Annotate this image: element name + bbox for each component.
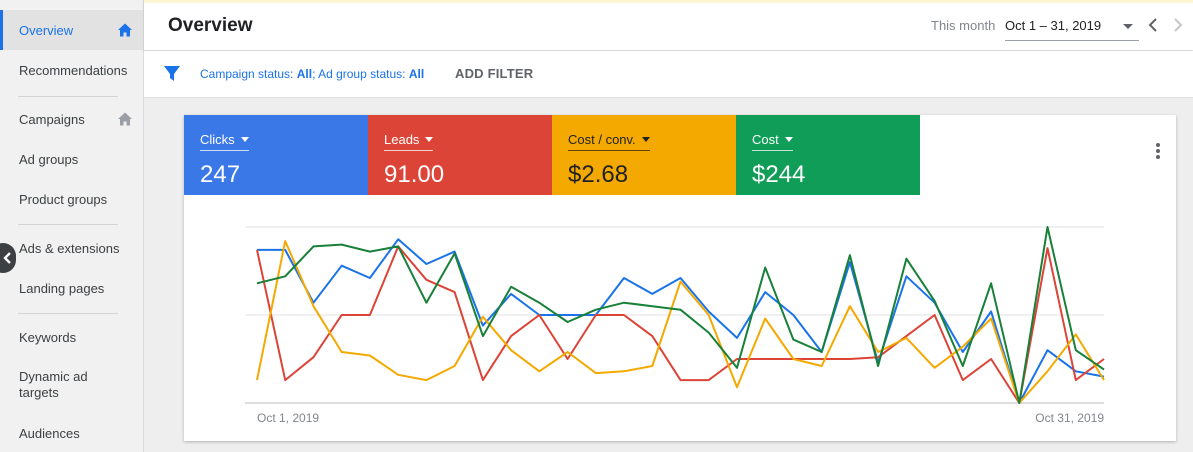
caret-down-icon xyxy=(641,137,650,142)
campaign-status-value: All xyxy=(296,67,313,81)
more-options-icon[interactable] xyxy=(1156,143,1160,159)
caret-down-icon xyxy=(240,137,249,142)
date-range-label: This month xyxy=(931,18,996,33)
chevron-right-icon[interactable] xyxy=(1171,17,1185,33)
sidebar-item-label: Landing pages xyxy=(19,280,105,296)
chevron-left-icon[interactable] xyxy=(1146,17,1160,33)
line-chart: Oct 1, 2019 Oct 31, 2019 xyxy=(245,226,1105,425)
ad-group-status-label: Ad group status: xyxy=(318,67,409,81)
sidebar-item-label: Recommendations xyxy=(19,62,128,78)
home-icon xyxy=(118,112,132,126)
metric-label: Cost xyxy=(752,132,779,147)
caret-down-icon xyxy=(425,137,434,142)
sidebar-item-ad-groups[interactable]: Ad groups xyxy=(0,139,143,179)
date-range-value: Oct 1 – 31, 2019 xyxy=(1005,18,1102,33)
sidebar-divider xyxy=(18,224,118,225)
sidebar-item-product-groups[interactable]: Product groups xyxy=(0,179,143,219)
metric-value: $2.68 xyxy=(568,161,629,188)
caret-down-icon xyxy=(1123,24,1133,29)
sidebar-item-label: Product groups xyxy=(19,191,108,207)
metric-label: Leads xyxy=(384,132,420,147)
add-filter-button[interactable]: ADD FILTER xyxy=(455,66,533,81)
date-range-select[interactable]: Oct 1 – 31, 2019 xyxy=(1005,11,1139,41)
filter-icon[interactable] xyxy=(164,66,180,82)
metric-value: 247 xyxy=(200,161,241,188)
sidebar-item-label: Keywords xyxy=(19,329,77,345)
campaign-status-label: Campaign status: xyxy=(200,67,297,81)
metric-value: 91.00 xyxy=(384,161,445,188)
sidebar-item-label: Dynamic ad targets xyxy=(19,369,88,400)
ad-group-status-value: All xyxy=(408,67,425,81)
sidebar-item-label: Audiences xyxy=(19,425,80,441)
metric-tile-cost[interactable]: Cost $244 xyxy=(736,115,920,195)
page-header: Overview This month Oct 1 – 31, 2019 xyxy=(144,0,1193,50)
sidebar-item-recommendations[interactable]: Recommendations xyxy=(0,50,143,90)
metric-selector[interactable]: Cost xyxy=(752,132,793,151)
filter-bar: Campaign status: All; Ad group status: A… xyxy=(144,51,1193,98)
metric-selector[interactable]: Cost / conv. xyxy=(568,132,650,151)
chevron-left-icon xyxy=(3,252,11,264)
metric-value: $244 xyxy=(752,161,806,188)
sidebar-item-ads-extensions[interactable]: Ads & extensions xyxy=(0,228,143,268)
sidebar-item-audiences[interactable]: Audiences xyxy=(0,413,143,452)
sidebar-item-label: Ad groups xyxy=(19,151,79,167)
metric-selector[interactable]: Clicks xyxy=(200,132,249,151)
sidebar-divider xyxy=(18,313,118,314)
metric-label: Cost / conv. xyxy=(568,132,636,147)
home-icon xyxy=(118,23,132,37)
caret-down-icon xyxy=(784,137,793,142)
overview-chart-card: Clicks 247 Leads 91.00 Cost / conv. $2.6… xyxy=(184,115,1176,441)
metric-tile-clicks[interactable]: Clicks 247 xyxy=(184,115,368,195)
sidebar-item-dynamic-ad-targets[interactable]: Dynamic ad targets xyxy=(0,362,143,408)
sidebar-item-campaigns[interactable]: Campaigns xyxy=(0,99,143,139)
metric-tile-cost-per-conversion[interactable]: Cost / conv. $2.68 xyxy=(552,115,736,195)
page-title: Overview xyxy=(168,15,253,36)
sidebar-divider xyxy=(18,96,118,97)
sidebar-item-overview[interactable]: Overview xyxy=(0,10,143,50)
sidebar: Overview Recommendations Campaigns Ad gr… xyxy=(0,0,144,452)
sidebar-item-label: Campaigns xyxy=(19,111,85,127)
sidebar-item-keywords[interactable]: Keywords xyxy=(0,317,143,357)
metric-label: Clicks xyxy=(200,132,235,147)
sidebar-item-label: Overview xyxy=(19,22,74,38)
x-tick-label-start: Oct 1, 2019 xyxy=(257,411,319,425)
sidebar-item-landing-pages[interactable]: Landing pages xyxy=(0,268,143,308)
sidebar-item-label: Ads & extensions xyxy=(19,240,120,256)
x-tick-label-end: Oct 31, 2019 xyxy=(1035,411,1104,425)
metric-selector[interactable]: Leads xyxy=(384,132,434,151)
metric-tile-leads[interactable]: Leads 91.00 xyxy=(368,115,552,195)
active-filters[interactable]: Campaign status: All; Ad group status: A… xyxy=(200,67,424,81)
